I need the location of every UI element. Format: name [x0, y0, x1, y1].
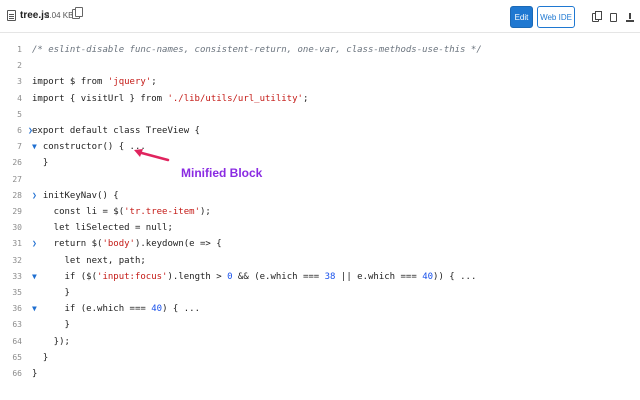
code-text: }: [32, 369, 38, 379]
code-line: 5: [0, 107, 640, 123]
annotation-arrow: [134, 149, 170, 162]
line-number[interactable]: 36: [0, 301, 22, 317]
line-number[interactable]: 2: [0, 58, 22, 74]
code-text: let next, path;: [32, 255, 146, 266]
code-text: }: [32, 320, 70, 331]
line-number[interactable]: 64: [0, 334, 22, 350]
file-size: 2.04 KB: [45, 11, 74, 20]
raw-file-icon: [609, 12, 617, 22]
code-text: if (e.which === 40) { ...: [32, 304, 201, 315]
copy-file-path-icon[interactable]: [72, 7, 83, 19]
code-line: 29 const li = $('tr.tree-item');: [0, 204, 640, 220]
code-text: }: [32, 158, 49, 169]
code-line: 64 });: [0, 334, 640, 350]
code-line: 36 ▼ if (e.which === 40) { ...: [0, 301, 640, 317]
code-line: 63 }: [0, 317, 640, 333]
edit-button[interactable]: Edit: [510, 6, 533, 28]
code-line: 35 }: [0, 285, 640, 301]
line-number[interactable]: 26: [0, 155, 22, 171]
code-line: 7 ▼ constructor() { ...: [0, 139, 640, 155]
download-button[interactable]: [622, 6, 638, 28]
minified-block-annotation: Minified Block: [181, 166, 263, 180]
code-text: let liSelected = null;: [32, 223, 173, 234]
code-line: 32 let next, path;: [0, 253, 640, 269]
code-text: initKeyNav() {: [32, 190, 119, 201]
web-ide-button[interactable]: Web IDE: [537, 6, 575, 28]
code-line: 26 }: [0, 155, 640, 171]
code-text: if ($('input:focus').length > 0 && (e.wh…: [32, 271, 477, 282]
line-number[interactable]: 28: [0, 188, 22, 204]
code-line: 28 ❯ initKeyNav() {: [0, 188, 640, 204]
line-number[interactable]: 5: [0, 107, 22, 123]
line-number[interactable]: 7: [0, 139, 22, 155]
line-number[interactable]: 35: [0, 285, 22, 301]
line-number[interactable]: 1: [0, 42, 22, 58]
code-line: 65 }: [0, 350, 640, 366]
line-number[interactable]: 30: [0, 220, 22, 236]
code-line: 31 ❯ return $('body').keydown(e => {: [0, 236, 640, 252]
copy-source-button[interactable]: [587, 6, 603, 28]
line-number[interactable]: 32: [0, 253, 22, 269]
code-text: /* eslint-disable func-names, consistent…: [32, 45, 482, 55]
code-line: 6 ❯ export default class TreeView {: [0, 123, 640, 139]
line-number[interactable]: 29: [0, 204, 22, 220]
line-number[interactable]: 65: [0, 350, 22, 366]
code-text: }: [32, 288, 70, 298]
code-text: });: [32, 336, 70, 347]
line-number[interactable]: 33: [0, 269, 22, 285]
file-header: tree.js 2.04 KB Edit Web IDE: [0, 0, 640, 33]
code-line: 2: [0, 58, 640, 74]
code-text: }: [32, 352, 49, 363]
code-text: return $('body').keydown(e => {: [32, 239, 222, 250]
open-raw-button[interactable]: [605, 6, 621, 28]
code-text: export default class TreeView {: [32, 126, 200, 136]
line-number[interactable]: 63: [0, 317, 22, 333]
code-text: import $ from 'jquery';: [32, 77, 157, 88]
download-icon: [626, 12, 634, 22]
code-line: 27: [0, 172, 640, 188]
code-text: constructor() { ...: [32, 142, 146, 153]
copy-icon: [591, 10, 602, 22]
code-line: 1 /* eslint-disable func-names, consisten…: [0, 42, 640, 58]
line-number[interactable]: 66: [0, 366, 22, 382]
line-number[interactable]: 6: [0, 123, 22, 139]
code-text: const li = $('tr.tree-item');: [32, 207, 211, 217]
code-text: import { visitUrl } from './lib/utils/ur…: [32, 93, 309, 104]
code-line: 4 import { visitUrl } from './lib/utils/u…: [0, 91, 640, 107]
line-number[interactable]: 27: [0, 172, 22, 188]
code-line: 33 ▼ if ($('input:focus').length > 0 && (…: [0, 269, 640, 285]
code-line: 30 let liSelected = null;: [0, 220, 640, 236]
line-number[interactable]: 31: [0, 236, 22, 252]
code-line: 66}: [0, 366, 640, 382]
file-icon: [7, 10, 16, 21]
line-number[interactable]: 3: [0, 74, 22, 90]
line-number[interactable]: 4: [0, 91, 22, 107]
code-line: 3 import $ from 'jquery';: [0, 74, 640, 90]
